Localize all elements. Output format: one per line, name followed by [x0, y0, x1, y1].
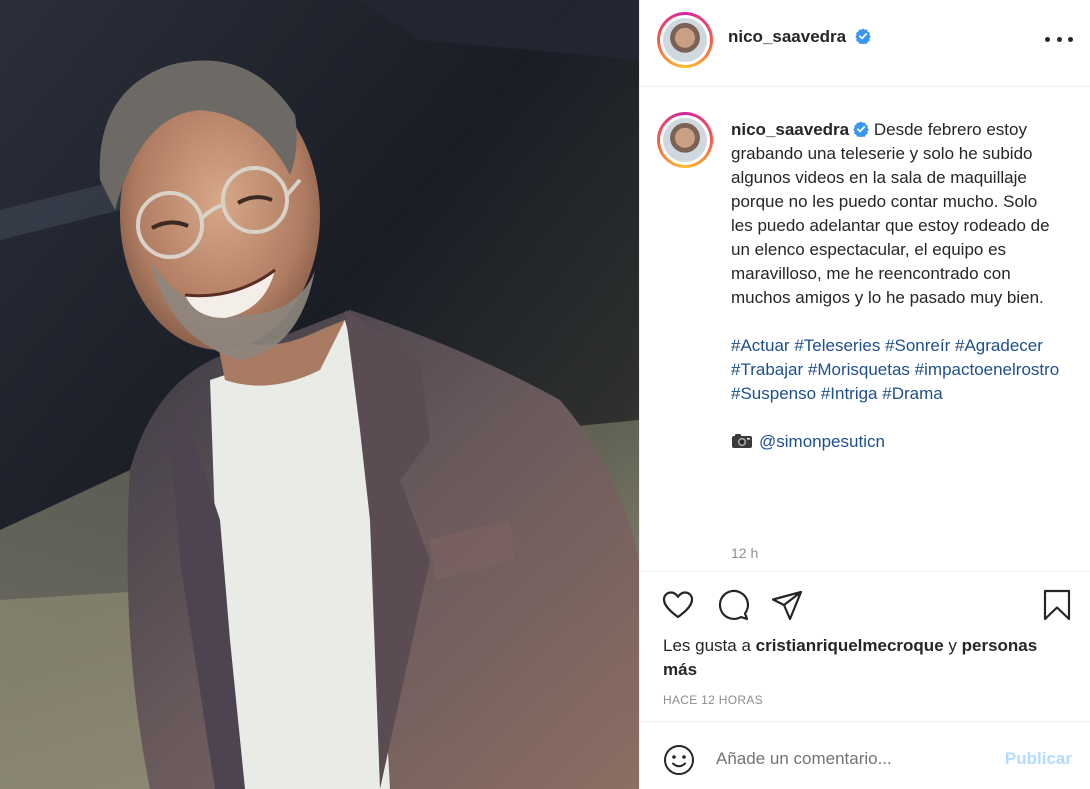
- heart-icon[interactable]: [661, 588, 695, 622]
- bookmark-icon[interactable]: [1040, 588, 1074, 622]
- hashtag-link[interactable]: #impactoenelrostro: [915, 360, 1060, 379]
- verified-badge-icon: [853, 121, 869, 137]
- post-detail-panel: nico_saavedra nico_saavedra Desde febrer…: [639, 0, 1090, 789]
- more-dot-icon: [1068, 36, 1073, 42]
- caption-time: 12 h: [731, 545, 759, 561]
- comment-input[interactable]: [716, 744, 986, 774]
- liker-username[interactable]: cristianriquelmecroque: [756, 636, 944, 655]
- author-username-text: nico_saavedra: [728, 27, 847, 46]
- post-photo-illustration: [0, 0, 639, 789]
- hashtag-link[interactable]: #Intriga: [821, 384, 878, 403]
- camera-emoji: [732, 434, 752, 448]
- hashtag-link[interactable]: #Drama: [882, 384, 942, 403]
- comment-bar: Publicar: [640, 721, 1090, 789]
- author-avatar[interactable]: [657, 12, 713, 68]
- post-header: nico_saavedra: [640, 0, 1090, 87]
- more-dot-icon: [1045, 36, 1050, 42]
- more-dot-icon: [1056, 36, 1062, 42]
- hashtag-link[interactable]: #Actuar: [731, 336, 790, 355]
- post-photo[interactable]: [0, 0, 639, 789]
- post-timestamp[interactable]: HACE 12 HORAS: [663, 693, 763, 707]
- caption-text: nico_saavedra Desde febrero estoy graban…: [731, 118, 1061, 454]
- smiley-icon[interactable]: [662, 743, 696, 777]
- likes-conjunction: y: [948, 636, 957, 655]
- hashtag-link[interactable]: #Teleseries: [794, 336, 880, 355]
- author-username[interactable]: nico_saavedra: [728, 27, 871, 47]
- paper-plane-icon[interactable]: [770, 588, 804, 622]
- more-options-button[interactable]: [1045, 28, 1073, 50]
- caption-username[interactable]: nico_saavedra: [731, 120, 849, 139]
- hashtag-link[interactable]: #Agradecer: [955, 336, 1043, 355]
- caption-body: Desde febrero estoy grabando una teleser…: [731, 120, 1050, 307]
- mention-link[interactable]: @simonpesuticn: [759, 432, 885, 451]
- publish-button[interactable]: Publicar: [1005, 749, 1072, 769]
- comment-bubble-icon[interactable]: [716, 588, 750, 622]
- caption-author-avatar[interactable]: [657, 112, 713, 168]
- hashtag-list: #Actuar #Teleseries #Sonreír #Agradecer …: [731, 334, 1061, 406]
- hashtag-link[interactable]: #Sonreír: [885, 336, 950, 355]
- action-bar: Les gusta a cristianriquelmecroque y per…: [640, 571, 1090, 721]
- photo-credit: @simonpesuticn: [731, 430, 1061, 454]
- hashtag-link[interactable]: #Trabajar: [731, 360, 803, 379]
- hashtag-link[interactable]: #Suspenso: [731, 384, 816, 403]
- verified-badge-icon: [855, 28, 871, 44]
- hashtag-link[interactable]: #Morisquetas: [808, 360, 910, 379]
- caption-area: nico_saavedra Desde febrero estoy graban…: [640, 87, 1090, 571]
- avatar-image: [663, 18, 707, 62]
- likes-prefix: Les gusta a: [663, 636, 751, 655]
- avatar-image: [663, 118, 707, 162]
- likes-summary: Les gusta a cristianriquelmecroque y per…: [663, 634, 1063, 682]
